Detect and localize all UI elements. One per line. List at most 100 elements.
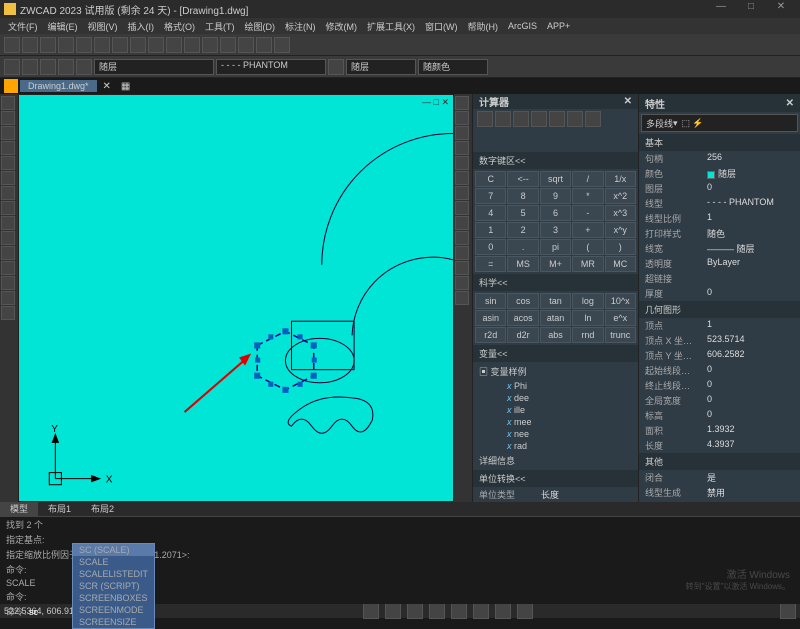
autocomplete-item[interactable]: SCREENSIZE <box>73 616 154 628</box>
copy-icon[interactable] <box>130 37 146 53</box>
prop-row[interactable]: 线型生成禁用 <box>639 485 800 500</box>
undo-icon[interactable] <box>76 37 92 53</box>
move-tool-icon[interactable] <box>1 246 15 260</box>
calc-key[interactable]: . <box>507 239 538 255</box>
menu-item[interactable]: ArcGIS <box>504 21 541 31</box>
rotate-tool-icon[interactable] <box>1 276 15 290</box>
calc-key[interactable]: x^3 <box>605 205 636 221</box>
maximize-button[interactable]: □ <box>736 1 766 17</box>
prop-icon[interactable] <box>238 37 254 53</box>
osnap-cen-icon[interactable] <box>455 126 469 140</box>
prop-row[interactable]: 全局宽度0 <box>639 393 800 408</box>
drawing-canvas[interactable]: Y X <box>18 94 454 502</box>
quick-icon[interactable]: ⚡ <box>692 118 703 129</box>
calc-key[interactable]: ln <box>572 310 603 326</box>
calc-variable[interactable]: x rad <box>493 440 632 452</box>
calc-unit-header[interactable]: 单位转换<< <box>473 470 638 487</box>
layer-freeze-icon[interactable] <box>40 59 56 75</box>
cmd-input[interactable]: sc <box>29 607 38 617</box>
close-button[interactable]: ✕ <box>766 1 796 17</box>
menu-item[interactable]: 文件(F) <box>4 20 42 33</box>
calc-sci-header[interactable]: 科学<< <box>473 274 638 291</box>
autocomplete-item[interactable]: SCALELISTEDIT <box>73 568 154 580</box>
menu-item[interactable]: 格式(O) <box>160 20 199 33</box>
prop-group-header[interactable]: 几何图形 <box>639 301 800 318</box>
scale-tool-icon[interactable] <box>1 291 15 305</box>
new-icon[interactable] <box>4 37 20 53</box>
autocomplete-popup[interactable]: SC (SCALE)SCALESCALELISTEDITSCR (SCRIPT)… <box>72 543 155 629</box>
osnap-int-icon[interactable] <box>455 171 469 185</box>
print-icon[interactable] <box>58 37 74 53</box>
prop-row[interactable]: 顶点 X 坐…523.5714 <box>639 333 800 348</box>
autocomplete-item[interactable]: SCALE <box>73 556 154 568</box>
calc-key[interactable]: 10^x <box>605 293 636 309</box>
prop-row[interactable]: 顶点 Y 坐…606.2582 <box>639 348 800 363</box>
new-tab-icon[interactable]: ▦ <box>117 81 134 92</box>
menu-item[interactable]: 视图(V) <box>84 20 122 33</box>
command-window[interactable]: 找到 2 个指定基点:指定缩放比例因子[复制(C)/参照(R)] <1.2071… <box>0 516 800 604</box>
layer-off-icon[interactable] <box>58 59 74 75</box>
calc-key[interactable]: acos <box>507 310 538 326</box>
calc-key[interactable]: MR <box>572 256 603 272</box>
calc-key[interactable]: r2d <box>475 327 506 343</box>
osnap-perp-icon[interactable] <box>455 216 469 230</box>
copy-tool-icon[interactable] <box>1 261 15 275</box>
menu-item[interactable]: 修改(M) <box>322 20 362 33</box>
prop-row[interactable]: 线宽——— 随层 <box>639 241 800 256</box>
calc-help-icon[interactable] <box>585 111 601 127</box>
menu-item[interactable]: 标注(N) <box>281 20 320 33</box>
calc-display[interactable] <box>473 127 638 152</box>
calc-key[interactable]: MC <box>605 256 636 272</box>
calc-key[interactable]: - <box>572 205 603 221</box>
calc-key[interactable]: sqrt <box>540 171 571 187</box>
prop-group-header[interactable]: 其他 <box>639 453 800 470</box>
calc-key[interactable]: 1 <box>475 222 506 238</box>
calc-key[interactable]: 8 <box>507 188 538 204</box>
osnap-mid-icon[interactable] <box>455 111 469 125</box>
color-icon[interactable] <box>76 59 92 75</box>
calc-key[interactable]: * <box>572 188 603 204</box>
prop-row[interactable]: 句柄256 <box>639 151 800 166</box>
calc-key[interactable]: cos <box>507 293 538 309</box>
viewport-close-icon[interactable]: ✕ <box>441 97 449 107</box>
osnap-near-icon[interactable] <box>455 246 469 260</box>
menu-item[interactable]: APP+ <box>543 21 574 31</box>
line-tool-icon[interactable] <box>1 96 15 110</box>
calc-key[interactable]: tan <box>540 293 571 309</box>
calc-key[interactable]: sin <box>475 293 506 309</box>
lw-icon[interactable] <box>328 59 344 75</box>
match-icon[interactable] <box>166 37 182 53</box>
menu-item[interactable]: 工具(T) <box>201 20 239 33</box>
redo-icon[interactable] <box>94 37 110 53</box>
calc-numeric-header[interactable]: 数字键区<< <box>473 152 638 169</box>
calc-key[interactable]: d2r <box>507 327 538 343</box>
calc-key[interactable]: = <box>475 256 506 272</box>
osnap-quad-icon[interactable] <box>455 156 469 170</box>
prop-row[interactable]: 透明度ByLayer <box>639 256 800 271</box>
autocomplete-item[interactable]: SCR (SCRIPT) <box>73 580 154 592</box>
osnap-end-icon[interactable] <box>455 96 469 110</box>
lineweight-select[interactable]: 随层 <box>346 59 416 75</box>
osnap-par-icon[interactable] <box>455 276 469 290</box>
calc-key[interactable]: x^2 <box>605 188 636 204</box>
calc-get-icon[interactable] <box>531 111 547 127</box>
calc-key[interactable]: / <box>572 171 603 187</box>
calc-key[interactable]: 3 <box>540 222 571 238</box>
osnap-ext-icon[interactable] <box>455 186 469 200</box>
prop-row[interactable]: 线型比例1 <box>639 211 800 226</box>
ellipse-tool-icon[interactable] <box>1 171 15 185</box>
menu-item[interactable]: 编辑(E) <box>44 20 82 33</box>
paste-icon[interactable] <box>148 37 164 53</box>
calc-clear-icon[interactable] <box>477 111 493 127</box>
var-detail[interactable]: 详细信息 <box>479 453 632 468</box>
calc-key[interactable]: C <box>475 171 506 187</box>
calc-key[interactable]: 1/x <box>605 171 636 187</box>
prop-row[interactable]: 颜色随层 <box>639 166 800 181</box>
calc-variable[interactable]: x Phi <box>493 380 632 392</box>
prop-row[interactable]: 闭合是 <box>639 470 800 485</box>
model-tab[interactable]: 布局2 <box>81 502 124 516</box>
save-icon[interactable] <box>40 37 56 53</box>
calc-key[interactable]: pi <box>540 239 571 255</box>
calc-key[interactable]: 4 <box>475 205 506 221</box>
calc-key[interactable]: ) <box>605 239 636 255</box>
